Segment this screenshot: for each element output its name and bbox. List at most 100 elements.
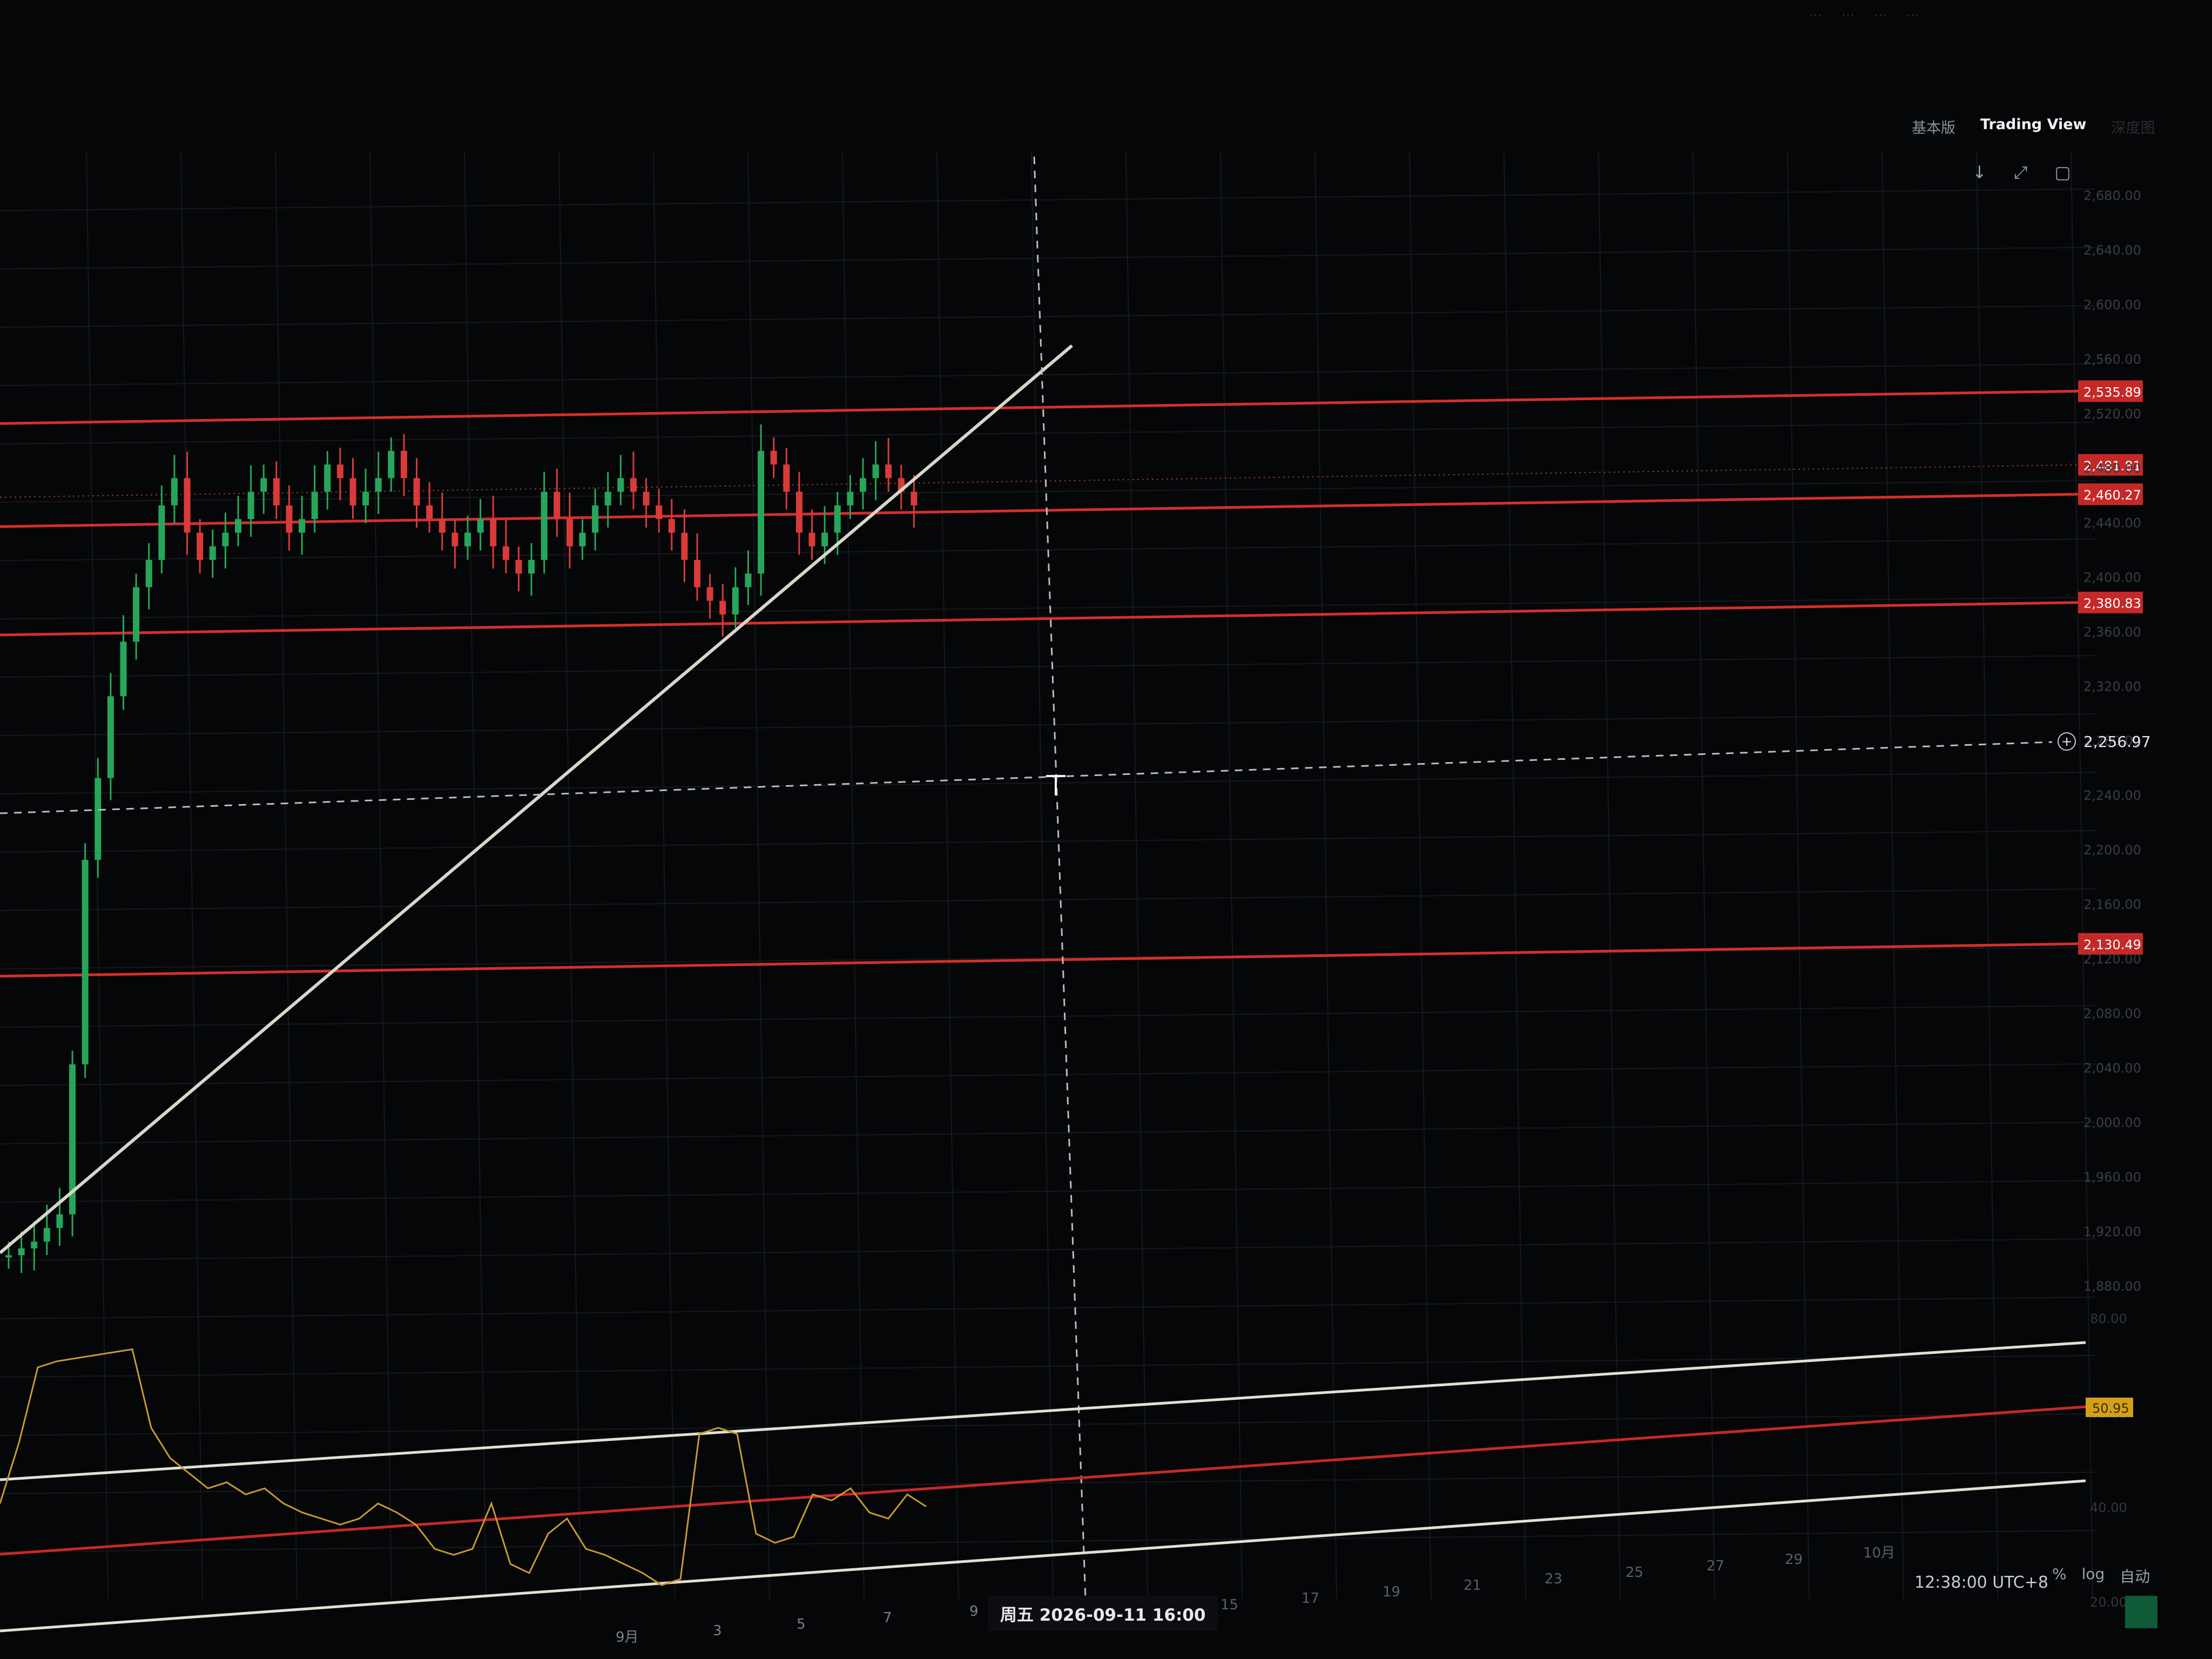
rsi-mid-band	[0, 1405, 2086, 1556]
candle-body	[592, 505, 599, 533]
candle-body	[18, 1248, 25, 1256]
candle-body	[324, 464, 331, 492]
candle-body	[795, 491, 802, 533]
tab-depth[interactable]: 深度图	[2111, 116, 2155, 137]
grid-horizontal	[0, 655, 2096, 678]
support-line-2130	[0, 942, 2079, 978]
candle-body	[439, 519, 446, 533]
price-axis-tick: 1,880.00	[2083, 1279, 2141, 1294]
grid-vertical	[653, 151, 676, 1599]
faint-top-item: …	[1874, 4, 1887, 19]
candle-body	[783, 464, 790, 492]
rsi-upper-band	[0, 1341, 2086, 1481]
resistance-line-2535	[0, 389, 2079, 425]
candle-body	[260, 478, 267, 492]
time-axis-tick: 7	[883, 1610, 892, 1626]
percent-scale-button[interactable]: %	[2052, 1565, 2067, 1587]
rsi-line	[0, 1348, 927, 1586]
grid-vertical	[2071, 151, 2093, 1599]
trading-app: 2,535.89 2,481.81 2,460.27 2,380.83 2,130.49…	[0, 0, 2212, 1659]
grid-horizontal	[0, 422, 2096, 444]
grid-horizontal	[0, 1063, 2096, 1086]
grid-horizontal	[0, 188, 2096, 211]
grid-vertical	[369, 151, 392, 1599]
chart-view-tabs: 基本版 Trading View 深度图	[1912, 116, 2155, 137]
indicator-axis-tick: 20.00	[2090, 1595, 2127, 1610]
price-axis-tick: 2,360.00	[2083, 624, 2141, 639]
fullscreen-icon[interactable]: ⤢	[2014, 162, 2028, 183]
candle-body	[5, 1255, 12, 1258]
grid-horizontal	[0, 1355, 2096, 1378]
candle-body	[668, 519, 675, 533]
tab-trading-view[interactable]: Trading View	[1980, 116, 2086, 137]
faint-top-item: …	[1809, 4, 1822, 19]
grid-horizontal	[0, 888, 2096, 911]
grid-vertical	[1125, 151, 1148, 1599]
price-axis-tick: 2,040.00	[2083, 1061, 2141, 1076]
time-axis-tick: 5	[797, 1616, 806, 1633]
grid-horizontal	[0, 1530, 2096, 1553]
candle-body	[554, 491, 561, 520]
candle-body	[681, 532, 688, 560]
price-axis-tick: 2,440.00	[2083, 515, 2141, 530]
price-axis-tick: 2,200.00	[2083, 842, 2141, 858]
candle-body	[56, 1214, 63, 1228]
time-axis-tick: 15	[1220, 1597, 1238, 1613]
tab-basic[interactable]: 基本版	[1912, 116, 1955, 137]
time-axis-tick: 29	[1785, 1552, 1803, 1568]
crosshair-price-label: 2,256.97	[2083, 732, 2151, 751]
price-axis-tick: 2,320.00	[2083, 679, 2141, 694]
screenshot-icon[interactable]: ▢	[2054, 162, 2071, 183]
price-axis-tick: 2,080.00	[2083, 1006, 2141, 1021]
candle-body	[719, 601, 726, 615]
candle-body	[43, 1228, 50, 1242]
candle-body	[197, 532, 204, 560]
price-axis-tick: 2,520.00	[2083, 406, 2141, 421]
candle-body	[247, 491, 254, 520]
price-chart[interactable]: 2,535.892,481.812,460.272,380.832,130.49…	[0, 0, 2212, 1659]
add-alert-icon[interactable]: +	[2058, 732, 2076, 751]
time-axis-tick: 17	[1301, 1590, 1319, 1607]
chart-toolbar: ↓ ⤢ ▢	[1972, 162, 2071, 183]
crosshair-horizontal	[0, 741, 2053, 814]
candle-body	[426, 505, 433, 520]
candle-body	[158, 505, 165, 560]
candle-body	[872, 464, 879, 478]
download-icon[interactable]: ↓	[1972, 162, 1987, 183]
indicator-value-label: 50.95	[2092, 1401, 2129, 1416]
candle-body	[451, 532, 458, 547]
price-axis-tick: 2,560.00	[2083, 352, 2141, 367]
grid-vertical	[936, 151, 959, 1599]
grid-horizontal	[0, 1005, 2096, 1028]
price-axis-tick: 2,000.00	[2083, 1115, 2141, 1130]
log-scale-button[interactable]: log	[2082, 1565, 2105, 1587]
candle-body	[859, 478, 866, 492]
candle-body	[82, 860, 89, 1064]
crosshair-cursor-icon	[1046, 775, 1065, 795]
ascending-trendline	[0, 344, 1073, 1255]
candle-body	[413, 478, 420, 505]
price-axis-tick: 2,160.00	[2083, 897, 2141, 912]
grid-vertical	[1598, 151, 1621, 1599]
grid-horizontal	[0, 247, 2096, 269]
candle-body	[821, 532, 828, 547]
auto-scale-button[interactable]: 自动	[2120, 1565, 2150, 1587]
faint-top-item: …	[1906, 4, 1919, 19]
candle-body	[834, 505, 841, 533]
grid-horizontal	[0, 830, 2096, 853]
candle-body	[490, 519, 497, 547]
grid-horizontal	[0, 713, 2096, 736]
price-axis-tick: 2,680.00	[2083, 188, 2141, 203]
price-axis-tick: 2,600.00	[2083, 297, 2141, 312]
time-axis-tick: 10月	[1863, 1545, 1895, 1561]
grid-horizontal	[0, 1413, 2096, 1436]
grid-vertical	[842, 151, 865, 1599]
grid-vertical	[1409, 151, 1432, 1599]
candle-body	[604, 491, 611, 505]
candle-body	[273, 478, 280, 505]
candle-body	[400, 450, 407, 478]
candle-body	[477, 519, 484, 533]
candle-body	[31, 1242, 38, 1249]
price-line-label: 2,130.49	[2083, 938, 2141, 953]
candle-body	[566, 519, 573, 547]
